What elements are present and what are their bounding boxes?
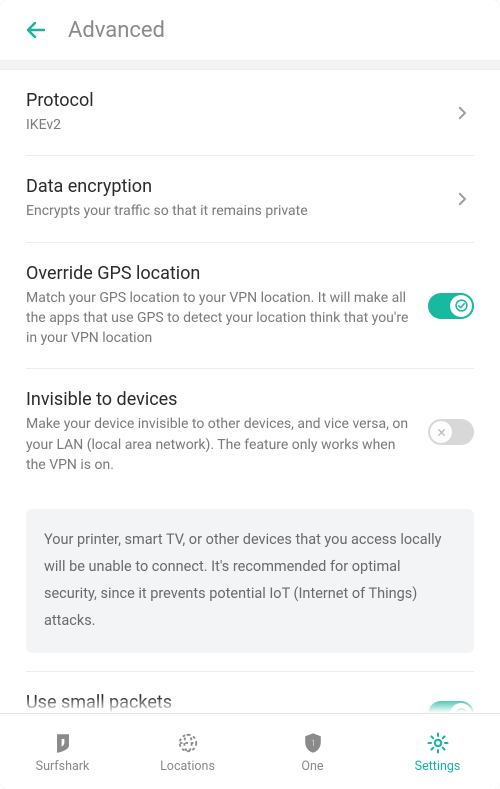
- nav-label: One: [301, 759, 323, 774]
- row-title: Invisible to devices: [26, 389, 416, 410]
- app-bar: Advanced: [0, 0, 500, 60]
- nav-one[interactable]: 1 One: [250, 714, 375, 789]
- row-title: Use small packets: [26, 692, 416, 713]
- x-icon: [436, 427, 447, 438]
- row-subtitle: Match your GPS location to your VPN loca…: [26, 288, 416, 349]
- nav-label: Surfshark: [36, 759, 90, 774]
- svg-text:1: 1: [310, 738, 316, 749]
- bottom-nav: Surfshark Locations 1 One Settings: [0, 713, 500, 789]
- toggle-invisible-to-devices[interactable]: [428, 419, 474, 445]
- row-title: Override GPS location: [26, 263, 416, 284]
- surfshark-icon: [50, 730, 76, 756]
- nav-label: Settings: [415, 759, 461, 774]
- row-subtitle: Make your device invisible to other devi…: [26, 414, 416, 475]
- row-subtitle: IKEv2: [26, 115, 438, 135]
- row-title: Protocol: [26, 90, 438, 111]
- row-invisible-to-devices: Invisible to devices Make your device in…: [26, 369, 474, 495]
- globe-icon: [175, 730, 201, 756]
- row-subtitle: Encrypts your traffic so that it remains…: [26, 201, 438, 221]
- back-button[interactable]: [18, 12, 54, 48]
- nav-surfshark[interactable]: Surfshark: [0, 714, 125, 789]
- check-icon: [455, 708, 468, 713]
- nav-settings[interactable]: Settings: [375, 714, 500, 789]
- row-protocol[interactable]: Protocol IKEv2: [26, 70, 474, 156]
- check-icon: [455, 299, 468, 312]
- chevron-right-icon: [450, 190, 474, 208]
- row-use-small-packets: Use small packets Using smaller IP packe…: [26, 672, 474, 713]
- toggle-override-gps[interactable]: [428, 293, 474, 319]
- shield-icon: 1: [300, 730, 326, 756]
- settings-list: Protocol IKEv2 Data encryption Encrypts …: [0, 70, 500, 713]
- nav-label: Locations: [160, 759, 215, 774]
- row-override-gps: Override GPS location Match your GPS loc…: [26, 243, 474, 370]
- arrow-left-icon: [24, 18, 48, 42]
- gear-icon: [425, 730, 451, 756]
- row-title: Data encryption: [26, 176, 438, 197]
- invisible-note: Your printer, smart TV, or other devices…: [26, 509, 474, 652]
- header-separator: [0, 60, 500, 70]
- page-title: Advanced: [68, 18, 165, 43]
- nav-locations[interactable]: Locations: [125, 714, 250, 789]
- row-data-encryption[interactable]: Data encryption Encrypts your traffic so…: [26, 156, 474, 242]
- chevron-right-icon: [450, 104, 474, 122]
- toggle-use-small-packets[interactable]: [428, 701, 474, 713]
